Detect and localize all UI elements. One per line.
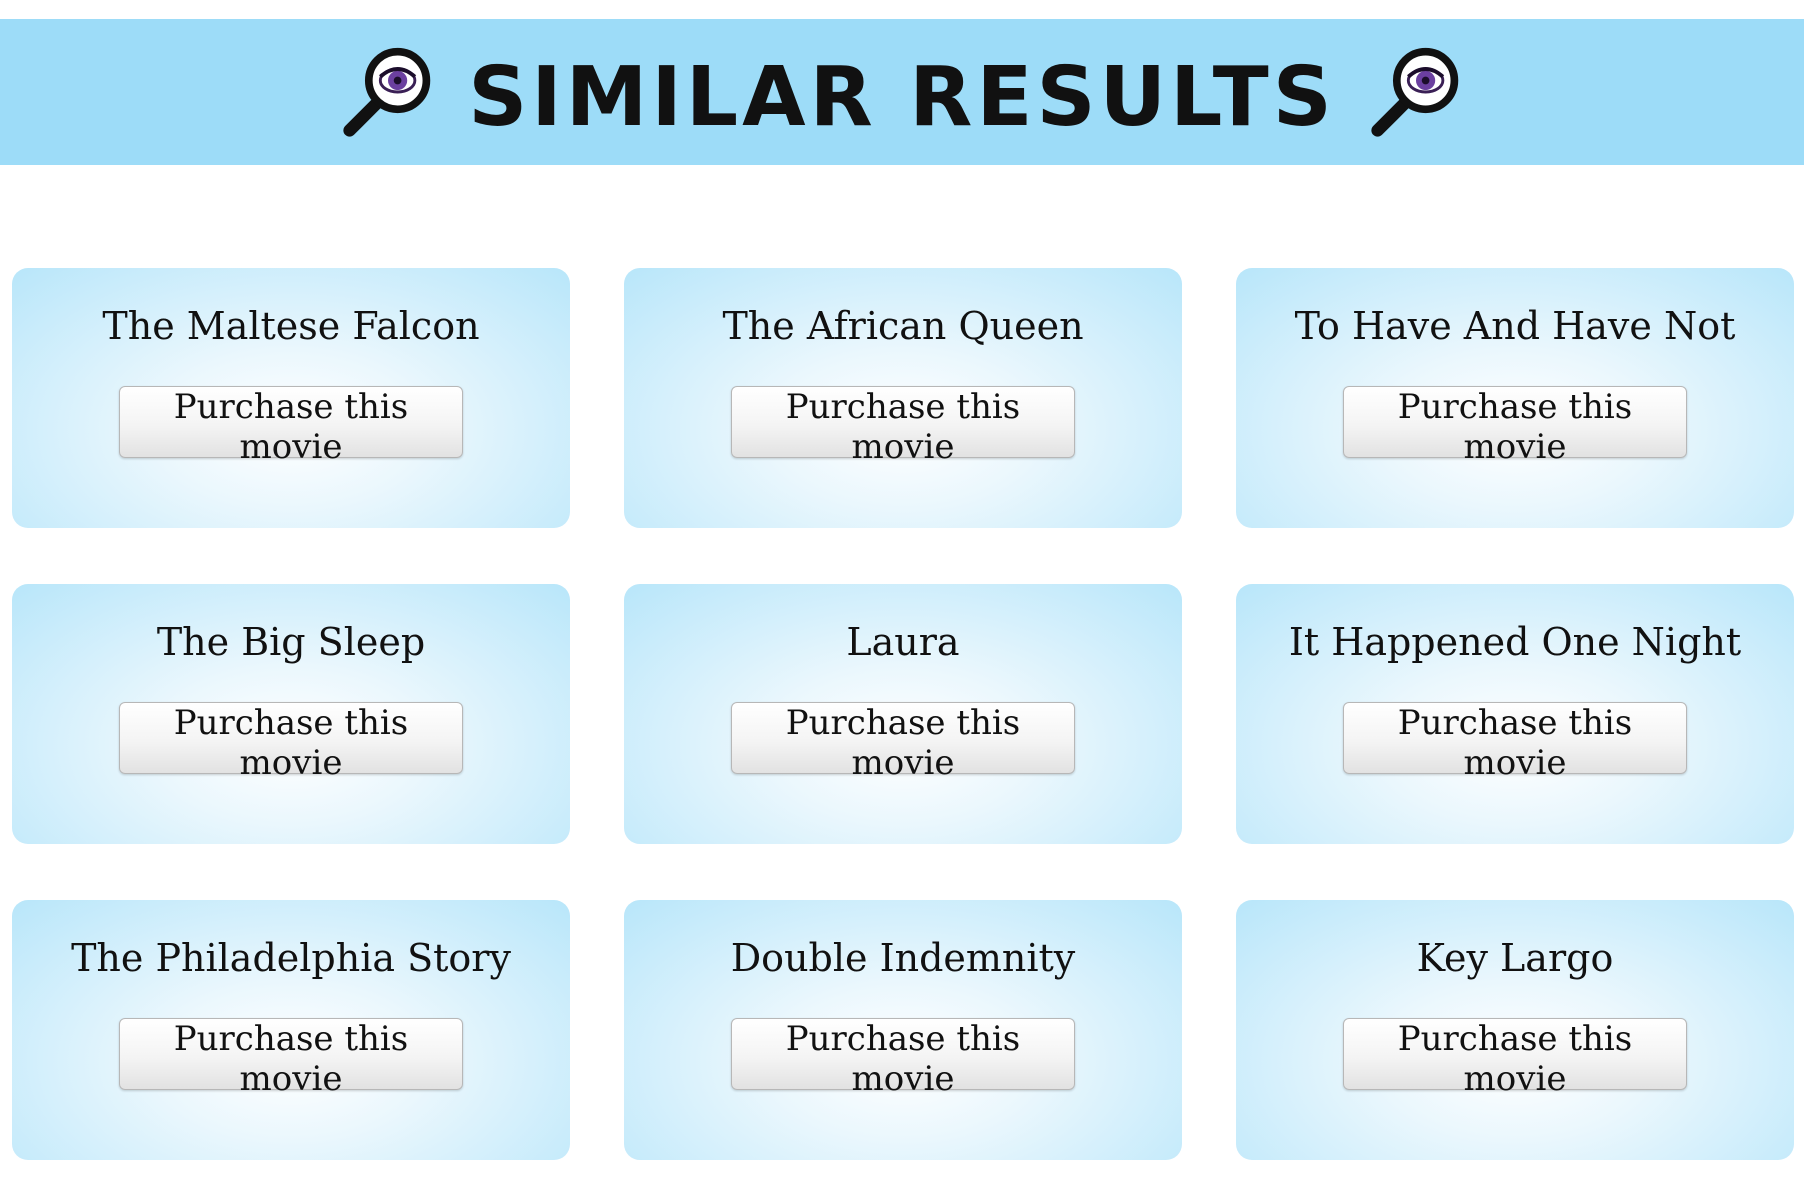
movie-title: Double Indemnity: [730, 936, 1076, 980]
movie-card: The African Queen Purchase this movie: [624, 268, 1182, 528]
purchase-button[interactable]: Purchase this movie: [1343, 701, 1687, 783]
movie-card: The Big Sleep Purchase this movie: [12, 584, 570, 844]
purchase-button[interactable]: Purchase this movie: [731, 385, 1075, 467]
purchase-button[interactable]: Purchase this movie: [731, 701, 1075, 783]
movie-card: It Happened One Night Purchase this movi…: [1236, 584, 1794, 844]
movie-title: The Philadelphia Story: [71, 936, 511, 980]
purchase-button[interactable]: Purchase this movie: [119, 1017, 463, 1099]
movie-title: The Big Sleep: [156, 620, 426, 664]
movie-card: Double Indemnity Purchase this movie: [624, 900, 1182, 1160]
movie-title: The African Queen: [722, 304, 1084, 348]
purchase-button[interactable]: Purchase this movie: [731, 1017, 1075, 1099]
results-grid: The Maltese Falcon Purchase this movie T…: [12, 268, 1794, 1160]
page-title: Similar Results: [468, 50, 1336, 145]
movie-title: Key Largo: [1416, 936, 1614, 980]
movie-card: Key Largo Purchase this movie: [1236, 900, 1794, 1160]
movie-card: The Philadelphia Story Purchase this mov…: [12, 900, 570, 1160]
movie-title: Laura: [846, 620, 960, 664]
movie-card: The Maltese Falcon Purchase this movie: [12, 268, 570, 528]
movie-card: To Have And Have Not Purchase this movie: [1236, 268, 1794, 528]
movie-title: The Maltese Falcon: [102, 304, 480, 348]
purchase-button[interactable]: Purchase this movie: [119, 385, 463, 467]
page-header: Similar Results: [0, 19, 1804, 165]
magnifying-glass-eye-icon: [1371, 47, 1459, 137]
movie-title: It Happened One Night: [1288, 620, 1742, 664]
magnifying-glass-eye-icon: [343, 47, 431, 137]
purchase-button[interactable]: Purchase this movie: [1343, 1017, 1687, 1099]
movie-title: To Have And Have Not: [1294, 304, 1736, 348]
purchase-button[interactable]: Purchase this movie: [119, 701, 463, 783]
purchase-button[interactable]: Purchase this movie: [1343, 385, 1687, 467]
top-spacer: [0, 0, 1804, 19]
movie-card: Laura Purchase this movie: [624, 584, 1182, 844]
